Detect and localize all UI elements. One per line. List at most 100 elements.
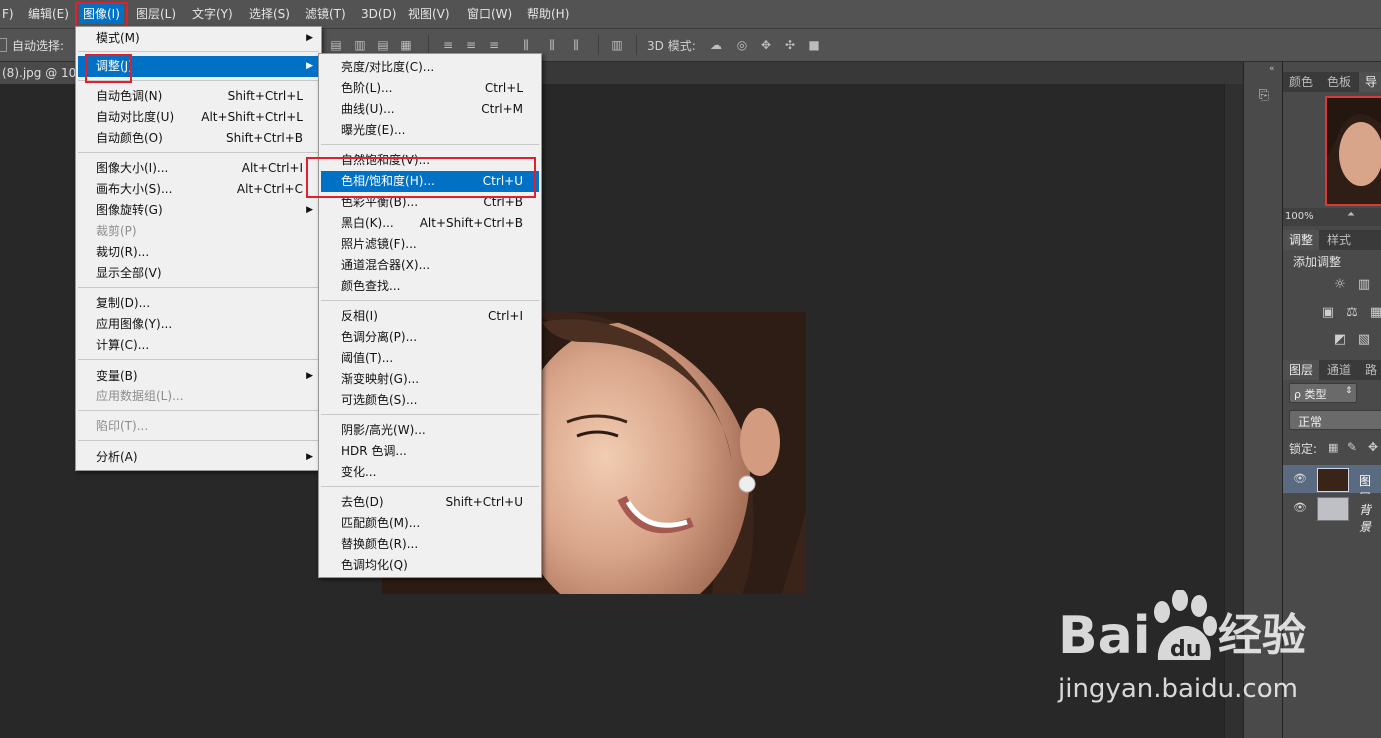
submenu-item-gradient-map[interactable]: 渐变映射(G)...	[321, 369, 539, 390]
submenu-arrow-icon: ▶	[306, 452, 313, 462]
menu-item-apply-image[interactable]: 应用图像(Y)...	[78, 314, 319, 335]
submenu-item-equalize[interactable]: 色调均化(Q)	[321, 555, 539, 576]
distribute-left-icon[interactable]: ⫼	[518, 37, 534, 53]
submenu-item-color-lookup[interactable]: 颜色查找...	[321, 276, 539, 297]
submenu-item-photo-filter[interactable]: 照片滤镜(F)...	[321, 234, 539, 255]
vibrance-adjust-icon[interactable]: ▣	[1319, 306, 1337, 320]
color-balance-adjust-icon[interactable]: ⚖	[1343, 306, 1361, 320]
submenu-item-black-white[interactable]: 黑白(K)... Alt+Shift+Ctrl+B	[321, 213, 539, 234]
menu-3d[interactable]: 3D(D)	[357, 4, 400, 24]
auto-select-checkbox[interactable]	[0, 38, 7, 52]
roll-3d-icon[interactable]: ◎	[734, 37, 750, 53]
layer-row-selected[interactable]: 👁 图层	[1283, 465, 1381, 505]
menu-item-image-size[interactable]: 图像大小(I)... Alt+Ctrl+I	[78, 158, 319, 179]
menu-item-auto-color[interactable]: 自动颜色(O) Shift+Ctrl+B	[78, 128, 319, 149]
submenu-item-brightness-contrast[interactable]: 亮度/对比度(C)...	[321, 57, 539, 78]
menu-select[interactable]: 选择(S)	[245, 4, 294, 24]
distribute-right-icon[interactable]: ⫼	[568, 37, 584, 53]
tab-channels[interactable]: 通道	[1321, 360, 1357, 380]
submenu-item-levels[interactable]: 色阶(L)... Ctrl+L	[321, 78, 539, 99]
zoom-out-icon[interactable]: ⏶	[1347, 209, 1355, 220]
tab-navigator[interactable]: 导	[1359, 72, 1381, 92]
tab-adjustments[interactable]: 调整	[1283, 230, 1320, 250]
zoom-value[interactable]: 100%	[1285, 211, 1314, 222]
collapse-arrows-icon[interactable]: «	[1269, 64, 1275, 74]
tab-paths[interactable]: 路	[1359, 360, 1381, 380]
menu-help[interactable]: 帮助(H)	[523, 4, 573, 24]
menu-item-calculations[interactable]: 计算(C)...	[78, 335, 319, 356]
slide-3d-icon[interactable]: ✣	[782, 37, 798, 53]
document-tab[interactable]: (8).jpg @ 100	[0, 62, 82, 84]
menu-edit[interactable]: 编辑(E)	[24, 4, 73, 24]
menu-separator	[78, 51, 319, 52]
eye-visibility-icon[interactable]: 👁	[1293, 472, 1307, 485]
eye-visibility-icon[interactable]: 👁	[1293, 501, 1307, 514]
align-bottom-icon[interactable]: ▦	[398, 37, 414, 53]
menu-type[interactable]: 文字(Y)	[188, 4, 237, 24]
menu-item-auto-contrast[interactable]: 自动对比度(U) Alt+Shift+Ctrl+L	[78, 107, 319, 128]
distribute-top-icon[interactable]: ≡	[440, 37, 456, 53]
lock-transparency-icon[interactable]: ▦	[1328, 441, 1338, 454]
align-left-icon[interactable]: ▤	[328, 37, 344, 53]
submenu-item-desaturate[interactable]: 去色(D) Shift+Ctrl+U	[321, 492, 539, 513]
submenu-item-exposure[interactable]: 曝光度(E)...	[321, 120, 539, 141]
distribute-vcenter-icon[interactable]: ≡	[463, 37, 479, 53]
submenu-item-match-color[interactable]: 匹配颜色(M)...	[321, 513, 539, 534]
submenu-item-curves[interactable]: 曲线(U)... Ctrl+M	[321, 99, 539, 120]
brightness-adjust-icon[interactable]: ☼	[1331, 278, 1349, 292]
gradient-map-adjust-icon[interactable]: ▥	[1377, 333, 1381, 347]
submenu-item-channel-mixer[interactable]: 通道混合器(X)...	[321, 255, 539, 276]
menu-item-label: 应用图像(Y)...	[96, 317, 173, 331]
submenu-item-hdr-toning[interactable]: HDR 色调...	[321, 441, 539, 462]
menu-item-duplicate[interactable]: 复制(D)...	[78, 293, 319, 314]
menu-item-mode[interactable]: 模式(M) ▶	[78, 28, 319, 49]
pan-3d-icon[interactable]: ✥	[758, 37, 774, 53]
threshold-adjust-icon[interactable]: ▧	[1355, 333, 1373, 347]
menu-item-canvas-size[interactable]: 画布大小(S)... Alt+Ctrl+C	[78, 179, 319, 200]
menu-window[interactable]: 窗口(W)	[463, 4, 516, 24]
submenu-item-replace-color[interactable]: 替换颜色(R)...	[321, 534, 539, 555]
tab-layers[interactable]: 图层	[1283, 360, 1320, 380]
menu-item-variables[interactable]: 变量(B) ▶	[78, 366, 319, 387]
menu-item-shortcut: Shift+Ctrl+B	[226, 131, 303, 145]
menu-item-auto-tone[interactable]: 自动色调(N) Shift+Ctrl+L	[78, 86, 319, 107]
blend-mode-select[interactable]: 正常	[1289, 410, 1381, 430]
menu-filter[interactable]: 滤镜(T)	[301, 4, 350, 24]
layer-row-background[interactable]: 👁 背景	[1283, 494, 1381, 534]
submenu-item-selective-color[interactable]: 可选颜色(S)...	[321, 390, 539, 411]
align-center-icon[interactable]: ▥	[352, 37, 368, 53]
photo-filter-adjust-icon[interactable]: ▦	[1367, 306, 1381, 320]
tab-styles[interactable]: 样式	[1321, 230, 1357, 250]
orbit-3d-icon[interactable]: ☁	[708, 37, 724, 53]
menu-layer[interactable]: 图层(L)	[132, 4, 180, 24]
history-panel-icon[interactable]: ⎘	[1256, 88, 1272, 104]
highlight-menu-image	[75, 2, 128, 27]
menu-item-image-rotation[interactable]: 图像旋转(G) ▶	[78, 200, 319, 221]
distribute-hcenter-icon[interactable]: ⫼	[544, 37, 560, 53]
submenu-item-invert[interactable]: 反相(I) Ctrl+I	[321, 306, 539, 327]
menu-view[interactable]: 视图(V)	[404, 4, 454, 24]
submenu-item-threshold[interactable]: 阈值(T)...	[321, 348, 539, 369]
lock-paint-icon[interactable]: ✎	[1347, 440, 1357, 454]
tab-color[interactable]: 颜色	[1283, 72, 1319, 92]
menu-file-partial[interactable]: F)	[0, 4, 18, 24]
scale-3d-icon[interactable]: ■	[806, 37, 822, 53]
background-layer-name[interactable]: 背景	[1359, 501, 1381, 535]
tab-swatches[interactable]: 色板	[1321, 72, 1357, 92]
auto-align-icon[interactable]: ▥	[609, 37, 625, 53]
levels-adjust-icon[interactable]: ▥	[1355, 278, 1373, 292]
menu-item-label: 变化...	[341, 465, 377, 479]
menu-item-label: 复制(D)...	[96, 296, 151, 310]
distribute-bottom-icon[interactable]: ≡	[486, 37, 502, 53]
lock-position-icon[interactable]: ✥	[1368, 440, 1378, 454]
menu-item-reveal-all[interactable]: 显示全部(V)	[78, 263, 319, 284]
menu-item-trim[interactable]: 裁切(R)...	[78, 242, 319, 263]
submenu-item-posterize[interactable]: 色调分离(P)...	[321, 327, 539, 348]
align-right-icon[interactable]: ▤	[375, 37, 391, 53]
layer-kind-filter[interactable]: ρ 类型 ⇕	[1289, 383, 1357, 403]
submenu-item-shadows-highlights[interactable]: 阴影/高光(W)...	[321, 420, 539, 441]
submenu-item-variations[interactable]: 变化...	[321, 462, 539, 483]
navigator-thumbnail[interactable]	[1325, 96, 1381, 206]
menu-item-analysis[interactable]: 分析(A) ▶	[78, 447, 319, 468]
invert-adjust-icon[interactable]: ◩	[1331, 333, 1349, 347]
